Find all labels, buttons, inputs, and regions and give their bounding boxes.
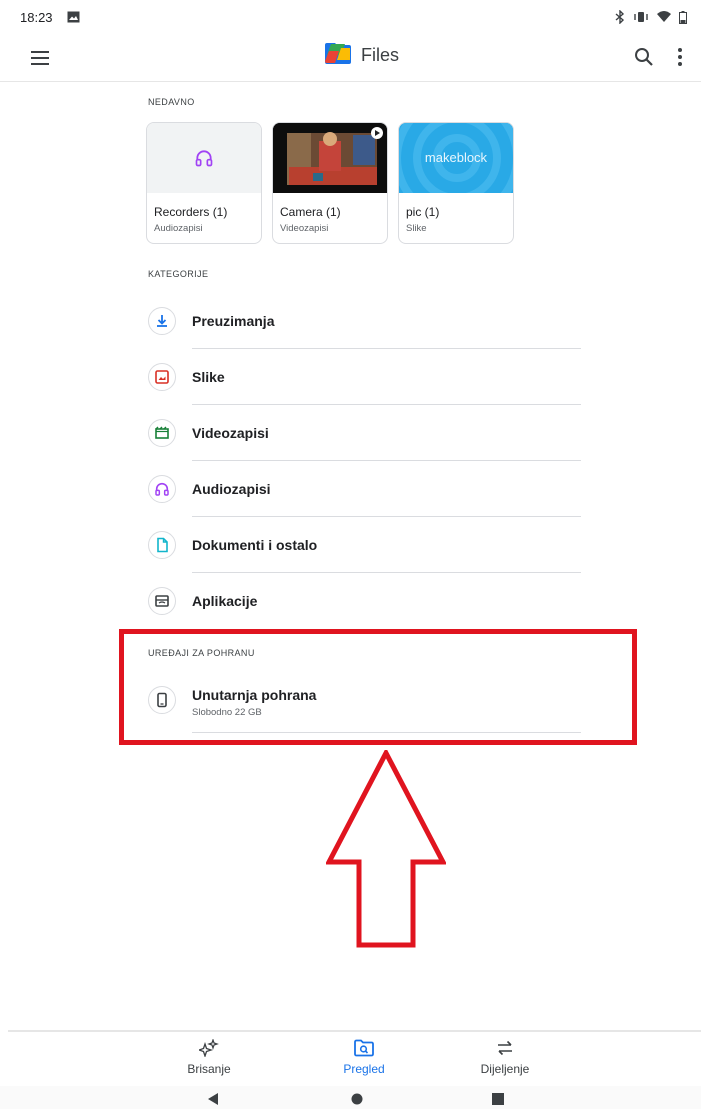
nav-item-browse[interactable]: Pregled <box>319 1038 409 1082</box>
nav-label: Dijeljenje <box>480 1062 530 1076</box>
category-label: Slike <box>192 369 225 385</box>
nav-label: Brisanje <box>187 1062 231 1076</box>
document-icon <box>148 531 176 559</box>
recents-square-icon <box>492 1093 504 1105</box>
hamburger-menu-icon <box>31 51 49 65</box>
up-arrow-annotation <box>326 750 446 948</box>
category-images[interactable]: Slike <box>140 349 581 405</box>
files-logo-icon <box>325 42 351 69</box>
app-title: Files <box>325 42 399 69</box>
download-icon <box>148 307 176 335</box>
play-icon <box>371 127 383 139</box>
search-icon <box>635 48 653 66</box>
bluetooth-icon <box>615 10 625 24</box>
video-icon <box>148 419 176 447</box>
image-icon <box>148 363 176 391</box>
top-app-bar: Files <box>0 34 701 82</box>
card-title: Camera (1) <box>280 205 341 219</box>
swap-icon <box>460 1038 550 1058</box>
home-circle-icon <box>351 1093 363 1105</box>
recent-section-label: NEDAVNO <box>148 97 195 107</box>
category-videos[interactable]: Videozapisi <box>140 405 581 461</box>
recent-card-recorders[interactable]: Recorders (1) Audiozapisi <box>146 122 262 244</box>
image-thumbnail: makeblock <box>399 123 513 193</box>
status-time: 18:23 <box>20 9 53 25</box>
video-thumbnail <box>273 123 387 193</box>
more-vert-icon <box>678 48 682 66</box>
status-bar: 18:23 <box>0 0 701 34</box>
thumbnail-text: makeblock <box>424 150 488 165</box>
recent-card-pic[interactable]: makeblock pic (1) Slike <box>398 122 514 244</box>
card-thumbnail <box>147 123 261 193</box>
headphones-icon <box>195 150 213 167</box>
card-title: pic (1) <box>406 205 440 219</box>
categories-section-label: KATEGORIJE <box>148 269 209 279</box>
search-button[interactable] <box>632 45 656 69</box>
highlight-box <box>119 629 637 745</box>
more-options-button[interactable] <box>670 45 690 69</box>
home-button[interactable] <box>351 1092 363 1109</box>
category-downloads[interactable]: Preuzimanja <box>140 293 581 349</box>
recent-card-camera[interactable]: Camera (1) Videozapisi <box>272 122 388 244</box>
headphones-icon <box>148 475 176 503</box>
gallery-notification-icon <box>67 11 80 23</box>
battery-icon <box>679 10 687 24</box>
files-app-screen: 18:23 Files NEDAVNO Recorders (1) Audioz… <box>0 0 701 1109</box>
category-label: Videozapisi <box>192 425 269 441</box>
card-subtitle: Videozapisi <box>280 223 329 234</box>
nav-label: Pregled <box>343 1062 385 1076</box>
bottom-navigation: Brisanje Pregled Dijeljenje <box>8 1030 701 1082</box>
back-triangle-icon <box>208 1093 218 1105</box>
category-label: Preuzimanja <box>192 313 275 329</box>
apps-icon <box>148 587 176 615</box>
app-title-text: Files <box>361 45 400 65</box>
card-subtitle: Slike <box>406 223 427 234</box>
category-label: Dokumenti i ostalo <box>192 537 318 553</box>
category-documents[interactable]: Dokumenti i ostalo <box>140 517 581 573</box>
sparkle-icon <box>164 1038 254 1058</box>
wifi-icon <box>657 11 671 23</box>
card-title: Recorders (1) <box>154 205 228 219</box>
system-navigation-bar <box>0 1086 701 1109</box>
nav-item-share[interactable]: Dijeljenje <box>460 1038 550 1082</box>
card-subtitle: Audiozapisi <box>154 223 203 234</box>
menu-button[interactable] <box>28 46 52 70</box>
category-label: Aplikacije <box>192 593 258 609</box>
recents-button[interactable] <box>492 1092 504 1109</box>
category-apps[interactable]: Aplikacije <box>140 573 581 629</box>
browse-icon <box>319 1038 409 1058</box>
vibrate-icon <box>633 11 649 23</box>
nav-item-clean[interactable]: Brisanje <box>164 1038 254 1082</box>
back-button[interactable] <box>208 1092 219 1109</box>
category-label: Audiozapisi <box>192 481 271 497</box>
category-audio[interactable]: Audiozapisi <box>140 461 581 517</box>
